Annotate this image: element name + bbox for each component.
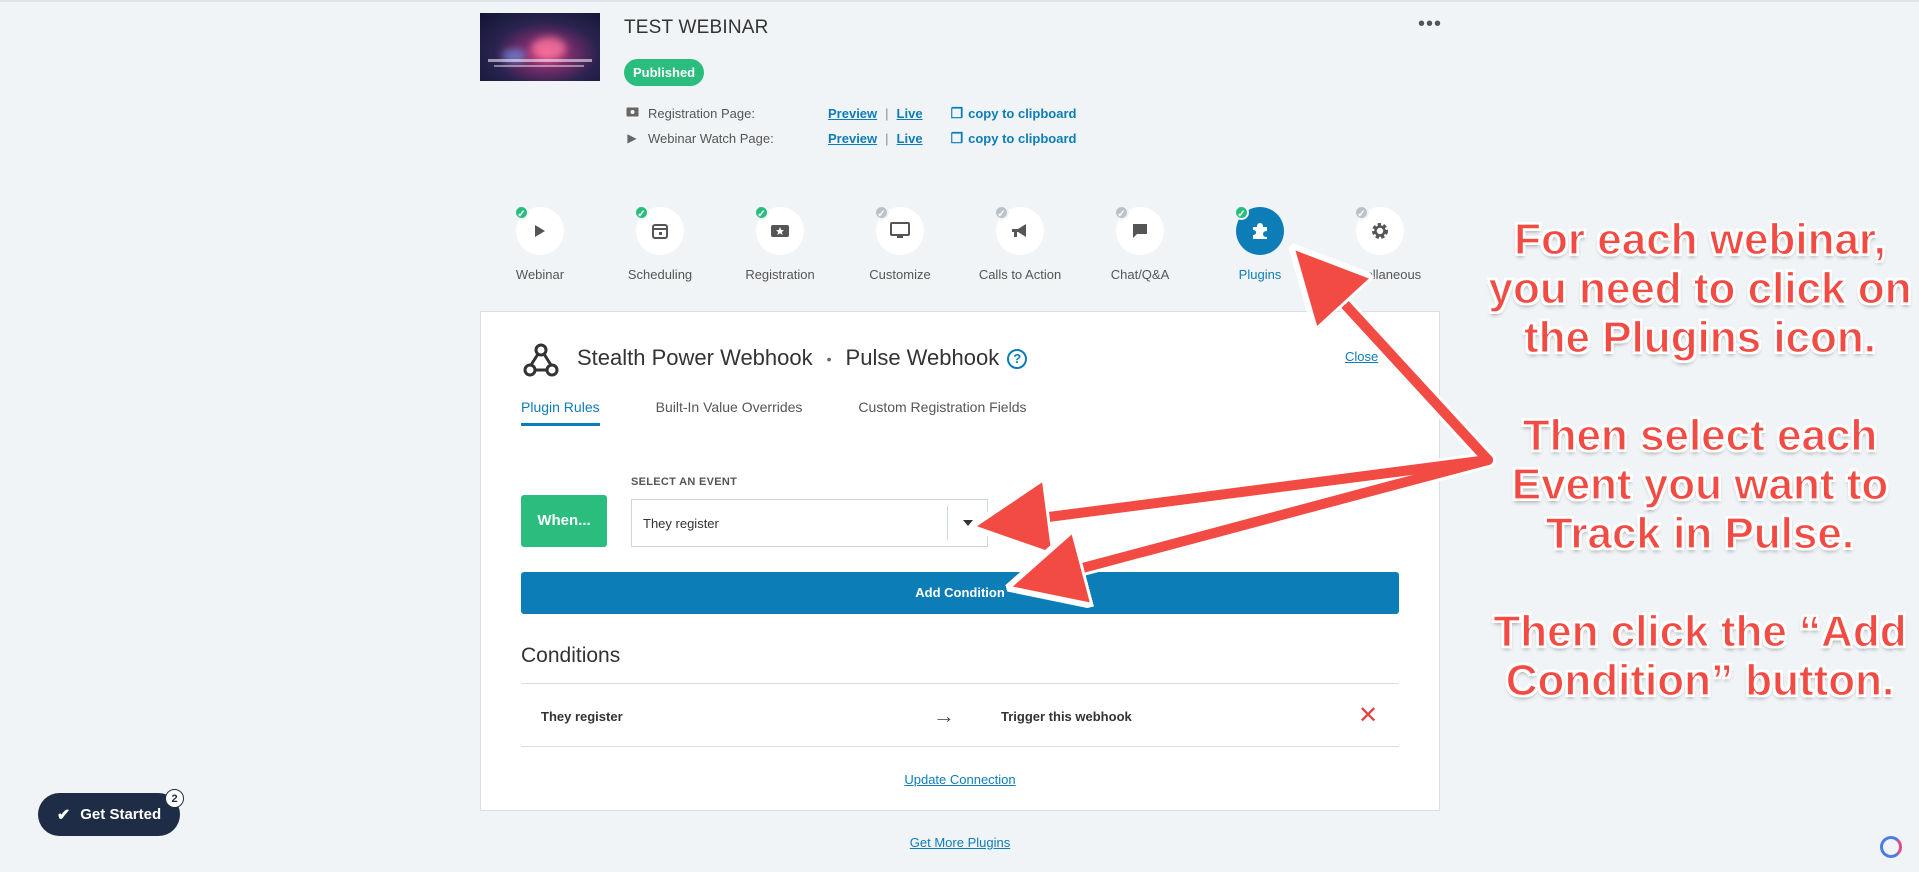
get-started-button[interactable]: ✔ Get Started xyxy=(38,793,180,836)
condition-action: Trigger this webhook xyxy=(1001,709,1132,724)
step-label: Webinar xyxy=(515,267,565,282)
more-options-icon[interactable]: ••• xyxy=(1418,13,1442,36)
link-separator: | xyxy=(885,130,889,146)
step-miscellaneous[interactable]: ✓ Miscellaneous xyxy=(1325,205,1435,282)
annotation-block-1: For each webinar, you need to click on t… xyxy=(1480,214,1919,362)
watch-preview-link[interactable]: Preview xyxy=(828,131,877,146)
megaphone-icon xyxy=(1012,224,1026,237)
check-icon: ✓ xyxy=(994,205,1009,220)
step-scheduling[interactable]: ✓ Scheduling xyxy=(605,205,715,282)
step-registration[interactable]: ✓ Registration xyxy=(725,205,835,282)
annotation-line: Event you want to xyxy=(1511,459,1889,509)
step-label: Plugins xyxy=(1238,267,1282,282)
connection-name: Pulse Webhook xyxy=(845,345,1000,370)
webinar-thumbnail[interactable] xyxy=(480,13,600,81)
step-customize[interactable]: ✓ Customize xyxy=(845,205,955,282)
step-webinar[interactable]: ✓ Webinar xyxy=(485,205,595,282)
copy-icon: ❐ xyxy=(950,104,964,121)
tab-plugin-rules[interactable]: Plugin Rules xyxy=(521,399,600,426)
annotation-line: the Plugins icon. xyxy=(1523,312,1877,362)
annotation-line: you need to click on xyxy=(1488,263,1912,313)
ticket-icon xyxy=(624,106,640,120)
annotation-line: Track in Pulse. xyxy=(1545,508,1855,558)
play-icon: ▶ xyxy=(627,131,637,145)
event-select-label: SELECT AN EVENT xyxy=(631,476,738,488)
get-more-plugins-link[interactable]: Get More Plugins xyxy=(480,835,1440,850)
get-started-label: Get Started xyxy=(80,806,162,823)
when-button[interactable]: When... xyxy=(521,495,607,547)
check-icon: ✓ xyxy=(1234,205,1249,220)
notification-count-badge: 2 xyxy=(165,789,184,808)
annotation-line: Then select each xyxy=(1522,410,1878,460)
monitor-icon xyxy=(890,222,910,238)
annotation-block-2: Then select each Event you want to Track… xyxy=(1480,410,1919,558)
step-plugins[interactable]: ✓ Plugins xyxy=(1205,205,1315,282)
step-label: Chat/Q&A xyxy=(1110,267,1170,282)
condition-event: They register xyxy=(541,709,623,724)
webinar-title: TEST WEBINAR xyxy=(624,17,769,38)
tab-built-in-value-overrides[interactable]: Built-In Value Overrides xyxy=(656,399,803,426)
arrow-right-icon: → xyxy=(933,703,955,728)
watch-live-link[interactable]: Live xyxy=(897,131,923,146)
title-separator: • xyxy=(826,351,832,368)
condition-row: They register → Trigger this webhook ✕ xyxy=(521,683,1399,747)
check-icon: ✓ xyxy=(1354,205,1369,220)
ticket-star-icon xyxy=(771,225,789,237)
copy-label: copy to clipboard xyxy=(968,105,1077,121)
step-label: Scheduling xyxy=(627,267,693,282)
step-label: Customize xyxy=(869,267,931,282)
add-condition-button[interactable]: Add Condition xyxy=(521,572,1399,614)
update-connection-link[interactable]: Update Connection xyxy=(481,772,1439,787)
assistant-icon[interactable] xyxy=(1880,836,1902,858)
check-icon: ✓ xyxy=(754,205,769,220)
copy-label: copy to clipboard xyxy=(968,130,1077,146)
play-icon xyxy=(535,225,545,237)
registration-copy-button[interactable]: ❐ copy to clipboard xyxy=(951,105,1077,122)
annotation-line: For each webinar, xyxy=(1514,214,1887,264)
check-circle-icon: ✔ xyxy=(56,806,71,824)
step-chat-qa[interactable]: ✓ Chat/Q&A xyxy=(1085,205,1195,282)
event-select-value: They register xyxy=(643,515,719,531)
check-icon: ✓ xyxy=(874,205,889,220)
plugin-name: Stealth Power Webhook xyxy=(577,345,813,370)
annotation-line: Then click the “Add xyxy=(1493,606,1907,656)
delete-condition-icon[interactable]: ✕ xyxy=(1358,701,1378,730)
chat-icon xyxy=(1133,224,1147,238)
step-calls-to-action[interactable]: ✓ Calls to Action xyxy=(965,205,1075,282)
step-label: Calls to Action xyxy=(978,267,1062,282)
watch-page-row: ▶ Webinar Watch Page: Preview | Live ❐ c… xyxy=(624,128,1076,148)
puzzle-icon xyxy=(1253,223,1267,239)
copy-icon: ❐ xyxy=(950,129,964,146)
conditions-title: Conditions xyxy=(521,644,621,667)
watch-page-label: Webinar Watch Page: xyxy=(648,130,774,146)
gear-icon xyxy=(1372,223,1388,239)
status-badge: Published xyxy=(624,59,705,86)
watch-copy-button[interactable]: ❐ copy to clipboard xyxy=(951,130,1077,147)
help-icon[interactable]: ? xyxy=(1007,349,1028,370)
registration-preview-link[interactable]: Preview xyxy=(828,106,877,121)
calendar-icon xyxy=(652,224,668,239)
link-separator: | xyxy=(885,105,889,121)
registration-live-link[interactable]: Live xyxy=(897,106,923,121)
plugin-tabs: Plugin Rules Built-In Value Overrides Cu… xyxy=(521,399,1082,426)
chevron-down-icon[interactable] xyxy=(947,506,987,540)
top-divider xyxy=(0,0,1919,2)
step-label: Registration xyxy=(745,267,815,282)
tab-custom-registration-fields[interactable]: Custom Registration Fields xyxy=(858,399,1026,426)
step-label: Miscellaneous xyxy=(1338,267,1422,282)
registration-page-row: Registration Page: Preview | Live ❐ copy… xyxy=(624,103,1076,123)
registration-page-label: Registration Page: xyxy=(648,105,755,121)
plugin-panel: Stealth Power Webhook • Pulse Webhook? Clo… xyxy=(480,311,1440,811)
check-icon: ✓ xyxy=(634,205,649,220)
check-icon: ✓ xyxy=(1114,205,1129,220)
plugin-title: Stealth Power Webhook • Pulse Webhook? xyxy=(577,345,1028,371)
webhook-icon xyxy=(523,343,559,377)
annotation-line: Condition” button. xyxy=(1505,655,1895,705)
event-select[interactable]: They register xyxy=(631,499,988,547)
annotation-block-3: Then click the “Add Condition” button. xyxy=(1480,606,1919,705)
check-icon: ✓ xyxy=(514,205,529,220)
close-link[interactable]: Close xyxy=(1345,349,1378,364)
